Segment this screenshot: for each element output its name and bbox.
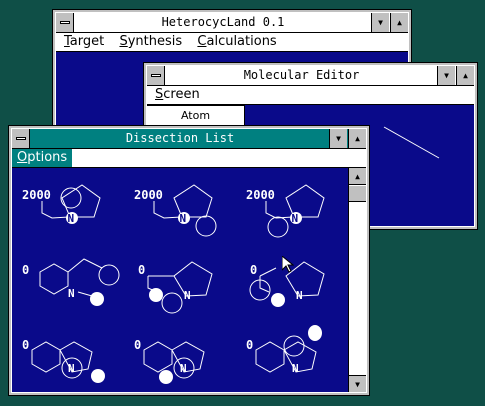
structure-bonds	[77, 291, 93, 297]
pyrrolidine-ring	[171, 341, 205, 373]
scroll-up-arrow-icon[interactable]: ▲	[349, 168, 366, 185]
atom-marker	[149, 288, 163, 302]
editor-menu-bar: Screen	[147, 86, 474, 105]
structure-bonds	[265, 201, 294, 219]
structure-score: 0	[22, 338, 29, 352]
nitrogen-atom-label: N	[292, 212, 299, 225]
system-menu-icon[interactable]	[12, 129, 30, 148]
structure-bonds	[259, 267, 277, 277]
dissection-list-window[interactable]: Dissection List ▼ ▲ Options 2000 N 2000	[8, 125, 370, 396]
atom-marker	[308, 325, 322, 341]
dissection-title-bar[interactable]: Dissection List ▼ ▲	[12, 129, 366, 149]
structure-score: 0	[250, 263, 257, 277]
mouse-pointer-icon	[282, 256, 294, 273]
atom-marker	[271, 293, 285, 307]
structure-score: 0	[138, 263, 145, 277]
structure-item-8[interactable]: 0 N	[134, 338, 205, 384]
menu-options-label: ptions	[27, 150, 68, 165]
dissection-list-area[interactable]: 2000 N 2000 N 2000 N 0 N 0 N 0 N 0 N 0 N…	[12, 168, 348, 392]
menu-calculations[interactable]: Calculations	[193, 33, 280, 51]
minimize-arrow-icon[interactable]: ▼	[437, 66, 455, 85]
main-window-title: HeterocycLand 0.1	[161, 15, 285, 29]
structure-item-9[interactable]: 0 N	[246, 325, 322, 375]
menu-target[interactable]: Target	[60, 33, 108, 51]
minimize-arrow-icon[interactable]: ▼	[329, 129, 347, 148]
vertical-scrollbar[interactable]: ▲ ▼	[348, 168, 366, 392]
structure-item-1[interactable]: 2000 N	[22, 184, 101, 225]
menu-synthesis[interactable]: Synthesis	[115, 33, 186, 51]
system-menu-icon[interactable]	[56, 13, 74, 32]
structure-score: 2000	[246, 188, 275, 202]
menu-synthesis-mnemonic: S	[119, 34, 128, 49]
editor-title-bar[interactable]: Molecular Editor ▼ ▲	[147, 66, 474, 86]
structure-score: 2000	[134, 188, 163, 202]
structure-item-7[interactable]: 0 N	[22, 338, 105, 383]
menu-target-label: arget	[69, 34, 105, 49]
scroll-down-arrow-icon[interactable]: ▼	[349, 375, 366, 392]
highlight-circle	[267, 216, 289, 238]
atom-marker	[91, 369, 105, 383]
structure-score: 0	[22, 263, 29, 277]
structure-score: 2000	[22, 188, 51, 202]
highlight-circle	[60, 187, 82, 209]
structure-item-5[interactable]: 0 N	[138, 261, 213, 314]
menu-screen-label: creen	[163, 87, 200, 102]
nitrogen-atom-label: N	[184, 289, 191, 302]
highlight-circle	[161, 292, 183, 314]
maximize-arrow-icon[interactable]: ▲	[456, 66, 474, 85]
scroll-thumb[interactable]	[349, 186, 366, 202]
piperidine-ring	[39, 263, 69, 295]
highlight-circle	[195, 215, 217, 237]
piperidine-ring	[255, 341, 285, 373]
main-menu-bar: Target Synthesis Calculations	[56, 33, 408, 52]
atom-marker	[159, 370, 173, 384]
nitrogen-atom-label: N	[68, 212, 75, 225]
structure-item-2[interactable]: 2000 N	[134, 184, 217, 237]
dissection-window-title: Dissection List	[125, 131, 235, 145]
maximize-arrow-icon[interactable]: ▲	[390, 13, 408, 32]
main-title-bar[interactable]: HeterocycLand 0.1 ▼ ▲	[56, 13, 408, 33]
nitrogen-atom-label: N	[68, 362, 75, 375]
structure-score: 0	[246, 338, 253, 352]
structure-bonds	[67, 258, 103, 273]
piperidine-ring	[143, 341, 173, 373]
piperidine-ring	[31, 341, 61, 373]
highlight-circle	[283, 335, 305, 357]
dissection-menu-bar: Options	[12, 149, 366, 168]
menu-options-mnemonic: O	[17, 150, 28, 165]
dissection-structures: 2000 N 2000 N 2000 N 0 N 0 N 0 N 0 N 0 N…	[22, 184, 325, 384]
menu-options[interactable]: Options	[12, 149, 73, 167]
atom-marker	[90, 292, 104, 306]
structure-bonds	[153, 201, 182, 219]
menu-synthesis-label: ynthesis	[127, 34, 183, 49]
nitrogen-atom-label: N	[180, 212, 187, 225]
minimize-arrow-icon[interactable]: ▼	[371, 13, 389, 32]
structure-item-4[interactable]: 0 N	[22, 258, 120, 306]
nitrogen-atom-label: N	[292, 362, 299, 375]
pyrrolidine-ring	[59, 341, 93, 373]
nitrogen-atom-label: N	[296, 289, 303, 302]
nitrogen-atom-label: N	[68, 287, 75, 300]
menu-calculations-label: alculations	[206, 34, 277, 49]
highlight-circle	[98, 264, 120, 286]
editor-window-title: Molecular Editor	[243, 68, 360, 82]
nitrogen-atom-label: N	[180, 362, 187, 375]
system-menu-icon[interactable]	[147, 66, 165, 85]
structure-score: 0	[134, 338, 141, 352]
structure-bonds	[41, 201, 70, 219]
pyrrolidine-ring	[283, 341, 317, 373]
pyrrolidine-ring	[173, 261, 213, 297]
structure-item-3[interactable]: 2000 N	[246, 184, 325, 238]
maximize-arrow-icon[interactable]: ▲	[348, 129, 366, 148]
menu-screen[interactable]: Screen	[151, 86, 204, 104]
